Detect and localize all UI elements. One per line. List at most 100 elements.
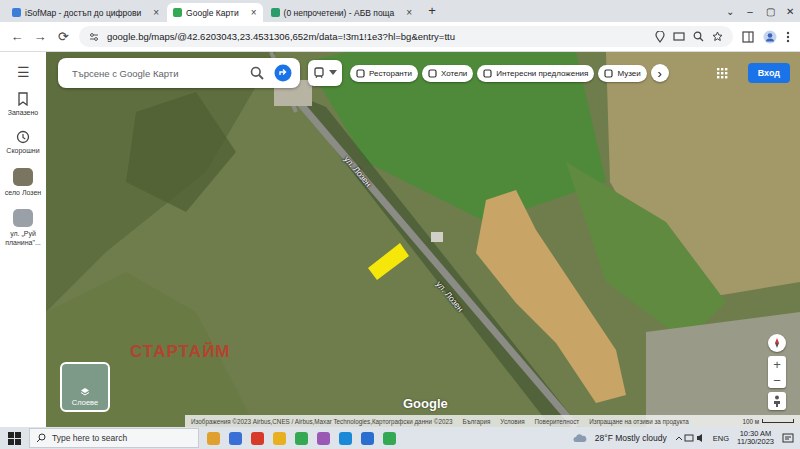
taskbar-app-icon[interactable] — [317, 432, 330, 445]
sidebar-item[interactable]: Запазено — [1, 92, 45, 118]
sidebar-label: село Лозен — [5, 189, 41, 198]
tab-close-button[interactable]: × — [251, 7, 257, 18]
window-control-button[interactable]: ✕ — [780, 6, 800, 17]
window-control-button[interactable]: ▢ — [760, 6, 780, 17]
menu-button[interactable]: ☰ — [17, 64, 30, 80]
star-icon[interactable] — [712, 31, 723, 42]
attribution-item[interactable]: Изпращане на отзиви за продукта — [589, 418, 689, 425]
nav-button[interactable]: ← — [10, 29, 24, 44]
category-chip[interactable]: Интересни предложения — [477, 65, 594, 82]
taskbar-app-icon[interactable] — [273, 432, 286, 445]
attribution-item[interactable]: Условия — [500, 418, 524, 425]
screen: iSofMap - достъп до цифрови × Google Кар… — [0, 0, 800, 449]
browser-tab[interactable]: iSofMap - достъп до цифрови × — [6, 3, 165, 22]
taskbar-app-icon[interactable] — [361, 432, 374, 445]
search-icon[interactable] — [250, 66, 264, 80]
search-icon — [36, 433, 46, 443]
tab-close-button[interactable]: × — [153, 7, 159, 18]
tab-label: (0 непрочетени) - АБВ поща — [284, 8, 403, 18]
apps-grid-icon[interactable] — [716, 67, 728, 79]
map-top-bar: Търсене с Google Карти Ресторанти Хотели… — [58, 58, 790, 88]
layers-label: Слоеве — [72, 398, 98, 407]
zoom-button[interactable]: + — [768, 356, 786, 372]
clock-date: 11/30/2023 — [737, 438, 774, 446]
zoom-icon[interactable] — [693, 31, 704, 42]
sign-in-button[interactable]: Вход — [748, 63, 790, 83]
category-icon — [356, 69, 365, 78]
attribution-bar: Изображения ©2023 Airbus,CNES / Airbus,M… — [185, 415, 800, 427]
cloud-icon — [573, 433, 587, 443]
favicon-icon — [173, 8, 182, 17]
clock-time: 10:30 AM — [740, 430, 772, 438]
sidebar-item[interactable]: Скорошни — [1, 130, 45, 156]
taskbar-app-icon[interactable] — [295, 432, 308, 445]
tab-label: iSofMap - достъп до цифрови — [25, 8, 149, 18]
taskbar-search[interactable]: Type here to search — [29, 428, 199, 448]
window-control-button[interactable]: – — [740, 6, 760, 17]
favicon-icon — [271, 8, 280, 17]
sidebar-label: Скорошни — [6, 147, 39, 156]
plot-marker[interactable] — [368, 243, 409, 280]
taskbar-app-icon[interactable] — [339, 432, 352, 445]
layers-button[interactable]: Слоеве — [60, 362, 110, 412]
tab-close-button[interactable]: × — [406, 7, 412, 18]
site-info-icon[interactable] — [89, 32, 99, 42]
taskbar-app-icon[interactable] — [383, 432, 396, 445]
zoom-button[interactable]: − — [768, 372, 786, 388]
location-icon[interactable] — [655, 31, 665, 43]
nav-button[interactable]: → — [33, 29, 47, 44]
directions-icon[interactable] — [274, 64, 292, 82]
favicon-icon — [12, 8, 21, 17]
sidebar-item[interactable]: село Лозен — [1, 168, 45, 198]
nav-button[interactable]: ⟳ — [56, 29, 70, 44]
history-icon — [16, 130, 30, 144]
compass-button[interactable] — [768, 334, 786, 352]
windows-start-icon[interactable] — [8, 432, 21, 445]
taskbar-search-placeholder: Type here to search — [52, 433, 127, 443]
category-chip[interactable]: Хотели — [422, 65, 473, 82]
chips-next-button[interactable]: › — [651, 64, 669, 82]
layers-icon — [80, 387, 90, 397]
transit-icon — [313, 67, 325, 79]
street-view-button[interactable] — [768, 392, 786, 410]
watermark: СТАРТАЙМ — [130, 342, 231, 362]
map-controls: +− — [768, 334, 786, 410]
tray-icons[interactable] — [675, 429, 705, 447]
address-bar[interactable]: google.bg/maps/@42.6203043,23.4531306,65… — [79, 26, 733, 47]
menu-icon[interactable] — [786, 31, 790, 43]
cast-icon[interactable] — [673, 32, 685, 42]
maps-page: ☰ Запазено Скорошни село Лозен ул. „Руй … — [0, 52, 800, 427]
profile-icon[interactable] — [763, 30, 777, 44]
sidebar-label: ул. „Руй планина"... — [1, 230, 45, 248]
taskbar-app-icon[interactable] — [229, 432, 242, 445]
compass-icon — [772, 338, 782, 348]
search-box[interactable]: Търсене с Google Карти — [58, 58, 300, 88]
taskbar-app-icon[interactable] — [207, 432, 220, 445]
maps-sidebar: ☰ Запазено Скорошни село Лозен ул. „Руй … — [0, 52, 46, 427]
clock[interactable]: 10:30 AM 11/30/2023 — [737, 430, 774, 447]
browser-tab[interactable]: Google Карти × — [167, 3, 262, 22]
attribution-item[interactable]: България — [463, 418, 491, 425]
category-chip[interactable]: Ресторанти — [350, 65, 418, 82]
attribution-item[interactable]: Изображения ©2023 Airbus,CNES / Airbus,M… — [191, 418, 453, 425]
category-icon — [604, 69, 613, 78]
browser-tab[interactable]: (0 непрочетени) - АБВ поща × — [265, 3, 419, 22]
attribution-item[interactable]: Поверителност — [535, 418, 580, 425]
pegman-icon — [772, 395, 782, 407]
transit-button[interactable] — [308, 60, 342, 86]
taskbar-apps — [207, 432, 396, 445]
sidebar-label: Запазено — [8, 109, 39, 118]
window-control-button[interactable]: ⌄ — [720, 6, 740, 17]
taskbar-app-icon[interactable] — [251, 432, 264, 445]
category-chips: Ресторанти Хотели Интересни предложения … — [350, 64, 669, 82]
sidebar-item[interactable]: ул. „Руй планина"... — [1, 209, 45, 248]
weather-widget[interactable]: 28°F Mostly cloudy — [595, 433, 667, 443]
notifications-icon[interactable] — [782, 433, 794, 444]
url-text: google.bg/maps/@42.6203043,23.4531306,65… — [107, 31, 455, 42]
side-panel-icon[interactable] — [742, 31, 754, 43]
category-chip[interactable]: Музеи — [598, 65, 646, 82]
language-indicator[interactable]: ENG — [713, 434, 729, 443]
new-tab-button[interactable]: + — [420, 3, 444, 20]
search-placeholder: Търсене с Google Карти — [72, 68, 240, 79]
satellite-map[interactable]: ул. Лозенул. Лозен СТАРТАЙМ Търсене с Go… — [46, 52, 800, 427]
